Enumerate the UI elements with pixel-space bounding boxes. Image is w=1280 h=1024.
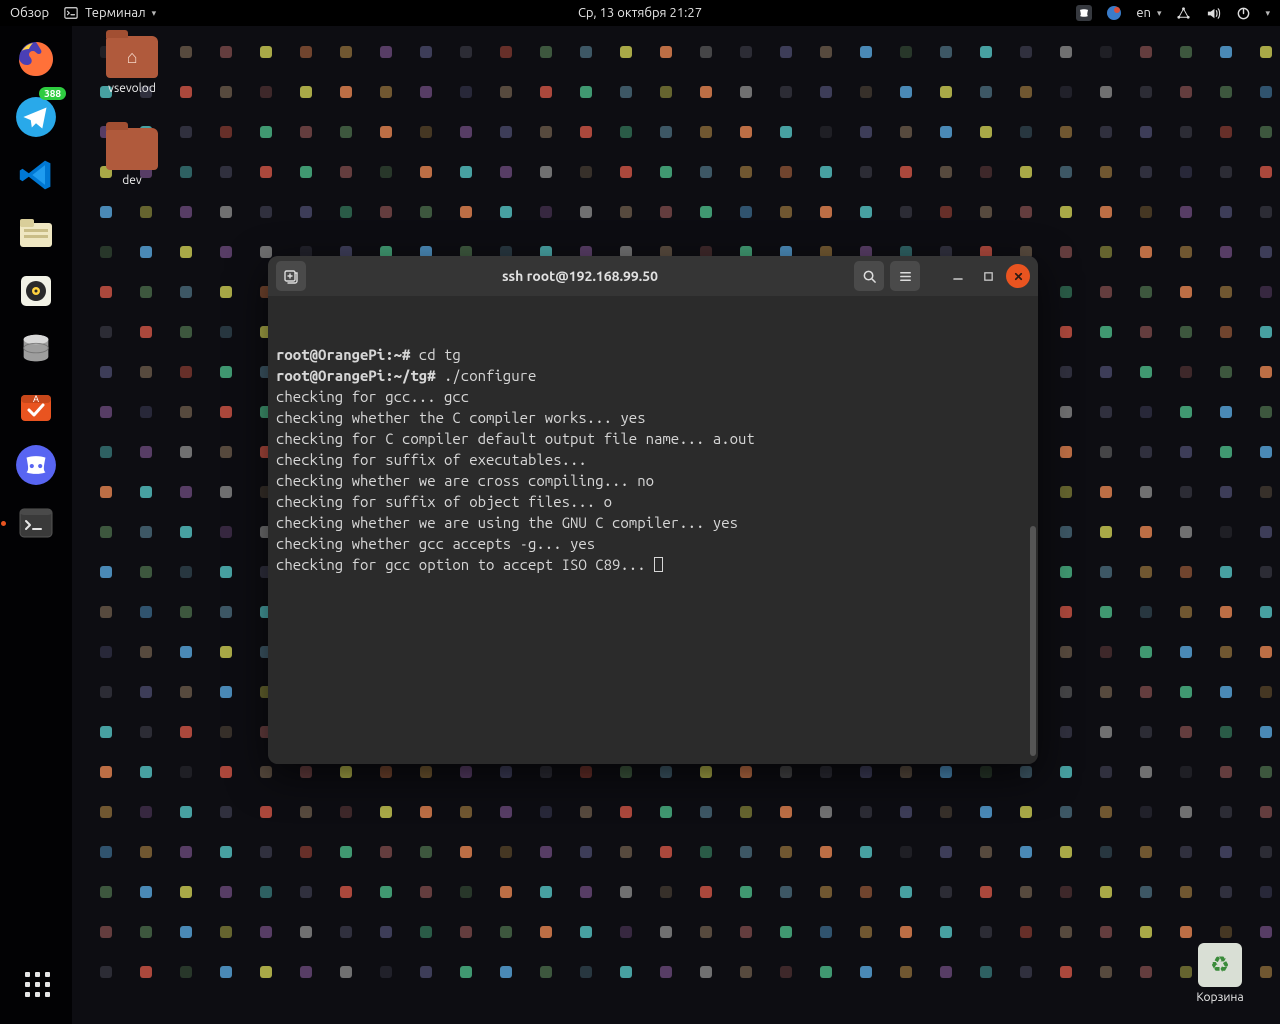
dock-terminal[interactable] (9, 496, 63, 550)
activities-button[interactable]: Обзор (10, 6, 49, 20)
search-button[interactable] (854, 261, 884, 291)
discord-tray-icon[interactable] (1076, 5, 1092, 21)
desktop-folder-label: dev (92, 174, 172, 187)
volume-icon[interactable] (1205, 5, 1221, 21)
dock-vscode[interactable] (9, 148, 63, 202)
chevron-down-icon: ▾ (1157, 8, 1162, 19)
terminal-icon (63, 5, 79, 21)
input-language-label: en (1136, 6, 1151, 20)
scrollbar[interactable] (1030, 526, 1036, 756)
dock-firefox[interactable] (9, 32, 63, 86)
folder-icon: ⌂ (106, 36, 158, 78)
desktop-folder-dev[interactable]: dev (92, 128, 172, 187)
desktop-folder-vsevolod[interactable]: ⌂ vsevolod (92, 36, 172, 95)
top-bar: Обзор Терминал ▾ Ср, 13 октября 21:27 en… (0, 0, 1280, 26)
dock: 388 A (0, 26, 72, 1024)
desktop-folder-label: vsevolod (92, 82, 172, 95)
menu-button[interactable] (890, 261, 920, 291)
dock-dbeaver[interactable] (9, 322, 63, 376)
maximize-button[interactable] (976, 264, 1000, 288)
svg-text:A: A (33, 394, 39, 404)
dock-badge: 388 (39, 87, 66, 100)
dock-files[interactable] (9, 206, 63, 260)
chevron-down-icon: ▾ (1265, 8, 1270, 19)
dock-discord[interactable] (9, 438, 63, 492)
power-icon[interactable] (1235, 5, 1251, 21)
dock-rhythmbox[interactable] (9, 264, 63, 318)
chevron-down-icon: ▾ (152, 8, 157, 19)
minimize-button[interactable] (946, 264, 970, 288)
terminal-titlebar[interactable]: ssh root@192.168.99.50 (268, 256, 1038, 296)
notification-tray-icon[interactable] (1106, 5, 1122, 21)
network-icon[interactable] (1175, 5, 1191, 21)
terminal-title: ssh root@192.168.99.50 (312, 268, 848, 284)
input-language[interactable]: en ▾ (1136, 6, 1161, 20)
dock-telegram[interactable]: 388 (9, 90, 63, 144)
folder-icon (106, 128, 158, 170)
trash[interactable]: ♻ Корзина (1180, 943, 1260, 1004)
close-button[interactable] (1006, 264, 1030, 288)
terminal-body[interactable]: root@OrangePi:~# cd tg root@OrangePi:~/t… (268, 296, 1038, 764)
new-tab-button[interactable] (276, 261, 306, 291)
trash-label: Корзина (1180, 991, 1260, 1004)
app-menu[interactable]: Терминал ▾ (63, 5, 156, 21)
show-applications-button[interactable] (9, 956, 63, 1010)
clock[interactable]: Ср, 13 октября 21:27 (578, 6, 702, 20)
dock-software[interactable]: A (9, 380, 63, 434)
terminal-window: ssh root@192.168.99.50 root@OrangePi:~# … (268, 256, 1038, 764)
app-menu-label: Терминал (85, 6, 145, 20)
terminal-output: root@OrangePi:~# cd tg root@OrangePi:~/t… (276, 344, 1030, 575)
recycle-icon: ♻ (1198, 943, 1242, 987)
